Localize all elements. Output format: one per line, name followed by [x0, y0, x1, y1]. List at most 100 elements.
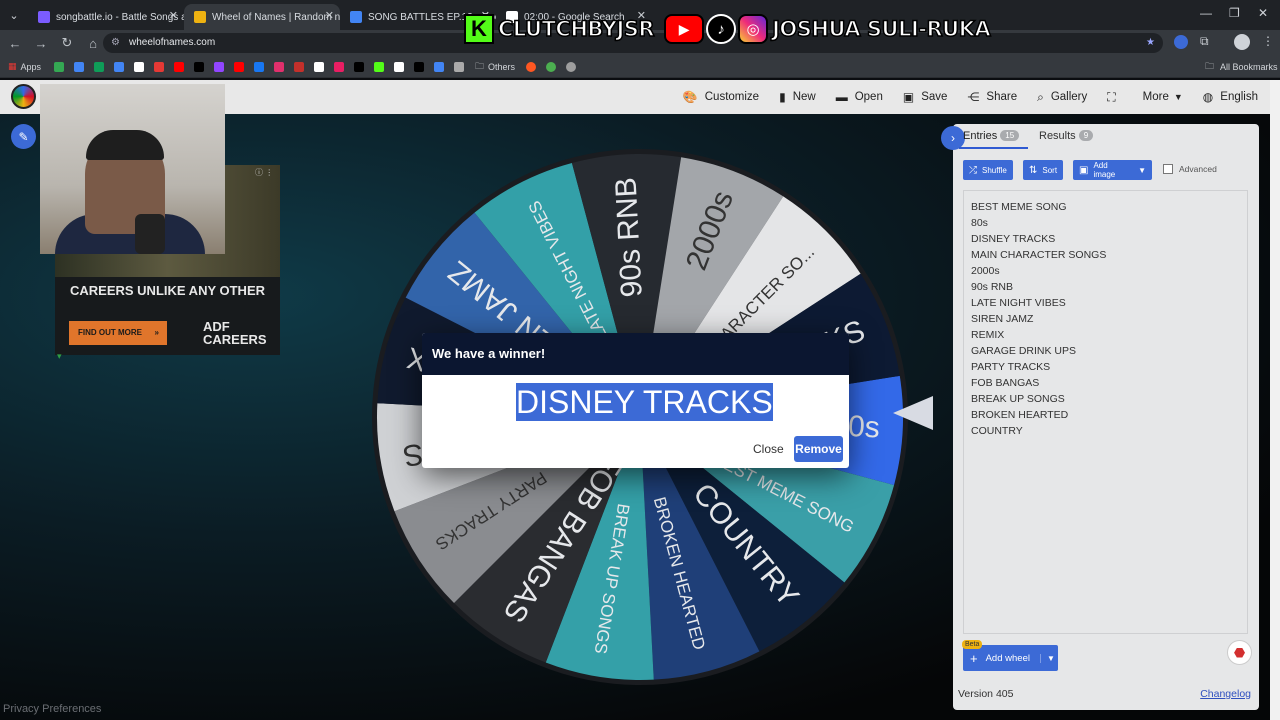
bookmark-apps[interactable]: Apps [21, 62, 42, 72]
bookmark-favicon-icon[interactable] [274, 61, 285, 72]
image-icon: ▣ [1079, 164, 1089, 176]
customize-label: Customize [704, 91, 760, 103]
ad-button-label: FIND OUT MORE [78, 328, 142, 337]
add-wheel-label: Add wheel [985, 652, 1030, 664]
sort-icon: ⇅ [1029, 164, 1038, 176]
sort-button[interactable]: ⇅ Sort [1023, 160, 1064, 180]
close-button[interactable]: Close [746, 436, 791, 462]
browser-tab[interactable]: songbattle.io - Battle Songs ag ✕ [28, 4, 184, 30]
bookmark-favicon-icon[interactable] [54, 61, 65, 72]
close-window-icon[interactable]: ✕ [1258, 6, 1268, 20]
tab-close-icon[interactable]: ✕ [325, 9, 334, 22]
add-wheel-dropdown-icon[interactable]: ▼ [1039, 653, 1055, 663]
wheel-segment-label: 90s RNB [609, 177, 648, 299]
tab-title: songbattle.io - Battle Songs ag [56, 11, 184, 23]
all-bookmarks[interactable]: All Bookmarks [1220, 62, 1278, 72]
add-image-button[interactable]: ▣ Add image ▼ [1073, 160, 1152, 180]
ad-info-icon[interactable]: ⓘ ⋮ [255, 167, 273, 178]
bookmark-favicon-icon[interactable] [94, 61, 105, 72]
bookmark-favicon-icon[interactable] [294, 61, 305, 72]
browser-tab[interactable]: Wheel of Names | Random nam ✕ [184, 4, 340, 30]
customize-button[interactable]: 🎨 Customize [683, 90, 759, 104]
bookmark-favicon-icon[interactable] [154, 61, 165, 72]
entry-line: GARAGE DRINK UPS [971, 345, 1077, 357]
new-button[interactable]: ▮ New [779, 90, 816, 104]
page-scrollbar[interactable] [1270, 80, 1280, 720]
kick-logo: K [464, 14, 494, 44]
entry-line: SIREN JAMZ [971, 313, 1034, 325]
chevron-down-icon: ▼ [1173, 92, 1183, 102]
share-button[interactable]: ⋲ Share [967, 90, 1017, 104]
winner-dialog: We have a winner! DISNEY TRACKS Close Re… [422, 333, 849, 468]
site-logo[interactable] [11, 84, 36, 109]
save-button[interactable]: ▣ Save [903, 90, 948, 104]
forward-icon[interactable]: → [30, 32, 52, 54]
open-button[interactable]: ▬ Open [836, 90, 883, 104]
shuffle-button[interactable]: ⤮ Shuffle [963, 160, 1013, 180]
edit-pencil-icon[interactable]: ✎ [11, 124, 36, 149]
pdf-icon[interactable]: ⬣ [1227, 640, 1252, 665]
stream-social-overlay: K CLUTCHBYJSR ▶ ♪ ◎ JOSHUA SULI-RUKA [464, 12, 992, 46]
bookmark-favicon-icon[interactable] [454, 61, 465, 72]
entries-textarea[interactable]: BEST MEME SONG 80s DISNEY TRACKS MAIN CHARA… [963, 190, 1248, 634]
changelog-link[interactable]: Changelog [1200, 688, 1251, 700]
bookmark-favicon-icon[interactable] [334, 61, 345, 72]
bookmark-icons [49, 61, 469, 72]
document-icon: ▮ [779, 90, 786, 104]
bookmark-favicon-icon[interactable] [174, 61, 185, 72]
bookmark-favicon-icon[interactable] [74, 61, 85, 72]
back-icon[interactable]: ← [4, 32, 26, 54]
remove-button[interactable]: Remove [794, 436, 843, 462]
restore-icon[interactable]: ❐ [1229, 6, 1240, 20]
fullscreen-icon: ⛶ [1107, 89, 1116, 104]
shuffle-icon: ⤮ [969, 164, 977, 176]
bookmark-favicon-icon[interactable] [434, 61, 445, 72]
extensions-puzzle-icon[interactable]: ⧉ [1200, 34, 1209, 49]
gallery-button[interactable]: ⌕ Gallery [1037, 90, 1087, 105]
advanced-checkbox-box[interactable] [1163, 164, 1173, 174]
tab-entries[interactable]: Entries 15 [963, 130, 1020, 142]
bookmark-favicon-icon[interactable] [254, 61, 265, 72]
ad-choice-icon[interactable]: ▾ [57, 351, 62, 362]
bookmark-favicon-icon[interactable] [314, 61, 325, 72]
extension-icon[interactable] [1174, 35, 1188, 49]
tab-search-chevron-icon[interactable]: ⌄ [4, 5, 24, 25]
ad-find-out-more-button[interactable]: FIND OUT MORE » [69, 321, 167, 345]
bookmark-folder-others[interactable]: Others [488, 62, 515, 72]
browser-menu-icon[interactable]: ⋮ [1262, 34, 1274, 48]
tab-results[interactable]: Results 9 [1039, 130, 1094, 142]
bookmark-favicon-icon[interactable] [394, 61, 405, 72]
bookmark-favicon-icon[interactable] [194, 61, 205, 72]
bookmark-favicon-icon[interactable] [234, 61, 245, 72]
fullscreen-button[interactable]: ⛶ [1107, 90, 1122, 105]
bookmark-favicon-icon[interactable] [526, 61, 537, 72]
add-image-dropdown-icon[interactable]: ▼ [1138, 166, 1146, 175]
bookmark-favicon-icon[interactable] [374, 61, 385, 72]
profile-avatar[interactable] [1234, 34, 1250, 50]
tab-favicon-icon [350, 11, 362, 23]
bookmark-favicon-icon[interactable] [566, 61, 577, 72]
bookmark-favicon-icon[interactable] [414, 61, 425, 72]
language-label: English [1220, 91, 1258, 103]
bookmark-favicon-icon[interactable] [546, 61, 557, 72]
bookmark-favicon-icon[interactable] [134, 61, 145, 72]
wheel-pointer [893, 396, 933, 430]
site-info-icon[interactable]: ⚙ [111, 33, 120, 53]
privacy-preferences-link[interactable]: Privacy Preferences [3, 703, 101, 715]
tab-close-icon[interactable]: ✕ [169, 9, 178, 22]
apps-grid-icon[interactable]: ▦ [8, 61, 17, 72]
bookmark-favicon-icon[interactable] [354, 61, 365, 72]
double-chevron-icon: » [154, 328, 159, 337]
minimize-icon[interactable]: — [1200, 6, 1212, 20]
language-button[interactable]: ◍ English [1203, 90, 1258, 104]
home-icon[interactable]: ⌂ [82, 32, 104, 54]
more-button[interactable]: More ▼ [1143, 91, 1183, 103]
advanced-checkbox[interactable]: Advanced [1163, 164, 1217, 174]
entry-line: 2000s [971, 265, 1000, 277]
entry-line: 80s [971, 217, 988, 229]
reload-icon[interactable]: ↻ [56, 32, 78, 54]
open-label: Open [854, 91, 883, 103]
bookmark-star-icon[interactable]: ★ [1146, 33, 1155, 53]
bookmark-favicon-icon[interactable] [114, 61, 125, 72]
bookmark-favicon-icon[interactable] [214, 61, 225, 72]
